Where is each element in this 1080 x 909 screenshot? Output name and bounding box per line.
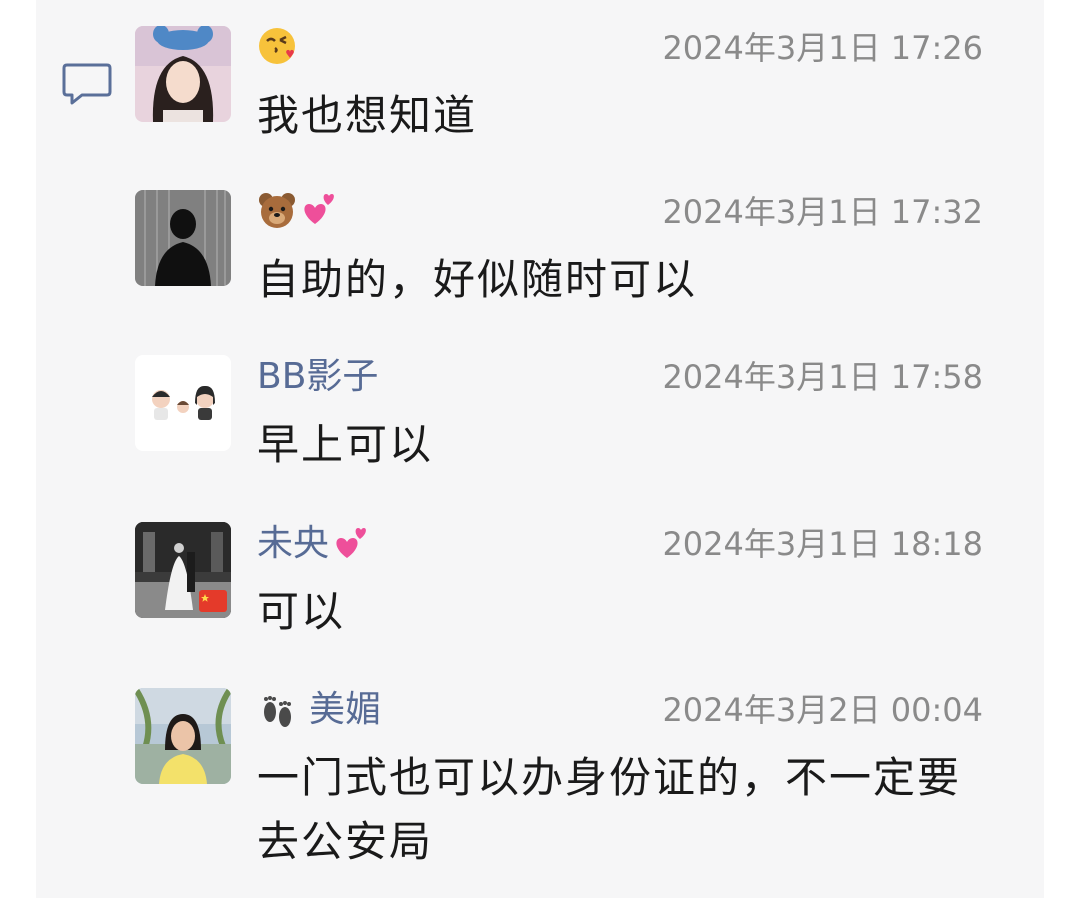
cartoon-family-avatar — [135, 355, 231, 451]
comment-icon[interactable] — [62, 62, 112, 106]
comment-text: 自助的，好似随时可以 — [257, 255, 698, 304]
girl-with-cartoon-headband-avatar — [135, 26, 231, 122]
man-silhouette-in-rain-avatar — [135, 190, 231, 286]
avatar[interactable] — [135, 355, 231, 451]
comment-author[interactable] — [257, 26, 297, 66]
two-hearts-emoji — [304, 194, 334, 224]
footprints-emoji — [264, 696, 291, 727]
comment-time: 2024年3月1日 17:58 — [662, 358, 983, 396]
avatar[interactable] — [135, 190, 231, 286]
comment-text: 一门式也可以办身份证的，不一定要去公安局 — [257, 753, 962, 866]
kissing-face-emoji — [259, 28, 295, 64]
wedding-photo-with-flag-avatar — [135, 522, 231, 618]
comment-author[interactable]: 未央 — [257, 522, 369, 566]
bear-face-emoji — [259, 193, 295, 228]
two-hearts-emoji — [336, 528, 366, 558]
comment-time: 2024年3月1日 17:32 — [662, 193, 983, 231]
comment-author[interactable] — [257, 190, 337, 230]
avatar[interactable] — [135, 26, 231, 122]
comment-text: 早上可以 — [257, 420, 434, 469]
avatar[interactable] — [135, 522, 231, 618]
comment-time: 2024年3月2日 00:04 — [662, 691, 983, 729]
comment-text: 我也想知道 — [257, 91, 478, 140]
woman-outdoors-avatar — [135, 688, 231, 784]
comment-text: 可以 — [257, 587, 346, 636]
comment-author[interactable]: BB影子 — [257, 355, 378, 399]
comment-author[interactable]: 美媚 — [257, 688, 381, 732]
avatar[interactable] — [135, 688, 231, 784]
comment-time: 2024年3月1日 18:18 — [662, 525, 983, 563]
comment-time: 2024年3月1日 17:26 — [662, 29, 983, 67]
